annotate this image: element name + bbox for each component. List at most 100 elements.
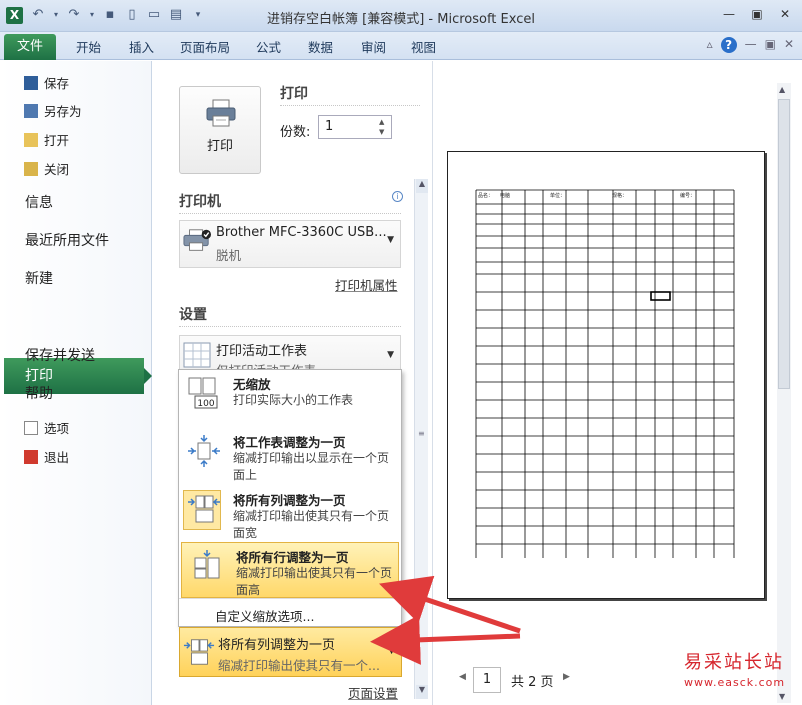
nav-save[interactable]: 保存 [24,73,69,92]
menu-item-title: 将所有行调整为一页 [236,550,349,565]
scroll-down-icon[interactable]: ▼ [779,692,785,701]
maximize-icon[interactable]: ▣ [746,4,768,24]
menu-item-desc: 缩减打印输出以显示在一个页面上 [233,451,390,482]
help-icon[interactable]: ? [720,37,737,53]
page-number-input[interactable]: 1 [473,667,501,693]
divider [280,105,420,106]
fit-columns-icon [183,639,215,665]
menu-item-title: 将所有列调整为一页 [233,493,346,508]
divider [179,326,401,327]
minimize-icon[interactable]: — [718,4,740,24]
preview-header-name-label: 品名： [478,192,493,199]
print-button[interactable]: 打印 [179,86,261,174]
tab-insert[interactable]: 插入 [129,37,154,56]
scroll-thumb[interactable] [778,99,790,389]
info-icon[interactable]: i [392,191,403,202]
printer-dropdown[interactable]: Brother MFC-3360C USB... 脱机 ▼ [179,220,401,268]
printer-properties-link[interactable]: 打印机属性 [335,275,398,294]
tab-data[interactable]: 数据 [308,37,333,56]
scroll-up-icon[interactable]: ▲ [779,85,785,94]
window-controls: — ▣ ✕ [718,4,796,24]
ribbon-right-controls: ▵ ? — ▣ ✕ [707,37,794,53]
menu-item-no-scaling[interactable]: 100 无缩放 打印实际大小的工作表 [179,370,401,420]
save-icon [24,76,38,90]
nav-help[interactable]: 帮助 [25,383,53,403]
preview-scrollbar[interactable]: ▲ ▼ [777,83,791,703]
nav-new[interactable]: 新建 [25,268,53,288]
nav-recent[interactable]: 最近所用文件 [25,230,109,250]
menu-item-fit-sheet[interactable]: 将工作表调整为一页 缩减打印输出以显示在一个页面上 [179,428,401,486]
preview-header-spec: 规格： [612,192,627,199]
printer-status: 脱机 [216,248,242,263]
scaling-menu: 100 无缩放 打印实际大小的工作表 将工作表调整为一页 缩减打印输出以显示在一… [178,369,402,627]
print-heading: 打印 [280,86,308,102]
next-page-icon[interactable]: ▶ [563,672,570,682]
fit-rows-icon [194,550,220,579]
preview-header-code: 编号： [680,192,695,199]
scroll-down-icon[interactable]: ▼ [416,685,428,699]
sheet-icon [183,342,211,368]
chevron-down-icon: ▼ [387,235,394,245]
folder-close-icon [24,162,38,176]
tab-review[interactable]: 审阅 [361,37,386,56]
scroll-grip-icon[interactable]: ≡ [418,429,426,438]
print-button-label: 打印 [206,139,233,154]
nav-save-as[interactable]: 另存为 [24,101,82,120]
preview-table: 品名： 电脑 单位： 规格： 编号： [475,189,735,558]
scroll-up-icon[interactable]: ▲ [416,179,428,193]
copies-spinner[interactable]: ▲ ▼ [379,117,389,137]
no-scaling-icon: 100 [188,377,218,409]
fit-sheet-icon [188,435,220,467]
printer-name: Brother MFC-3360C USB... [216,225,387,240]
printer-icon [206,99,236,127]
backstage-nav: 保存 另存为 打开 关闭 信息 最近所用文件 新建 打印 保存并发送 帮助 选项… [0,61,152,705]
settings-scrollbar[interactable]: ▲ ≡ ▼ [414,179,428,699]
nav-info[interactable]: 信息 [25,192,53,212]
printer-icon [183,229,211,251]
menu-item-desc: 打印实际大小的工作表 [233,393,354,407]
scaling-dropdown[interactable]: 将所有列调整为一页 缩减打印输出使其只有一个... ▼ [179,627,402,677]
tab-file[interactable]: 文件 [4,34,56,60]
page-setup-link[interactable]: 页面设置 [348,683,398,702]
nav-open[interactable]: 打开 [24,130,69,149]
close-icon[interactable]: ✕ [774,4,796,24]
tab-view[interactable]: 视图 [411,37,436,56]
watermark-url: www.easck.com [684,676,786,689]
nav-save-and-send[interactable]: 保存并发送 [25,345,95,365]
copies-input[interactable]: 1 ▲ ▼ [318,115,392,139]
tab-page-layout[interactable]: 页面布局 [180,37,230,56]
nav-exit[interactable]: 退出 [24,447,69,466]
print-what-label: 打印活动工作表 [216,344,308,359]
divider [179,213,401,214]
window-title: 进销存空白帐簿 [兼容模式] - Microsoft Excel [267,12,535,27]
watermark-name: 易采站长站 [684,652,784,673]
minimize-ribbon-icon[interactable]: ▵ [707,37,713,53]
menu-item-fit-rows[interactable]: 将所有行调整为一页 缩减打印输出使其只有一个页面高 [181,542,399,598]
nav-close[interactable]: 关闭 [24,159,69,178]
menu-item-fit-columns[interactable]: 将所有列调整为一页 缩减打印输出使其只有一个页面宽 [179,486,401,544]
print-preview-area: 品名： 电脑 单位： 规格： 编号： ▲ ▼ ◀ 1 共 2 页 ▶ [432,61,802,705]
chevron-down-icon: ▼ [388,646,395,656]
printer-heading: 打印机 [179,194,221,210]
preview-page[interactable]: 品名： 电脑 单位： 规格： 编号： [447,151,765,599]
preview-header-name-value: 电脑 [500,192,510,199]
tab-formulas[interactable]: 公式 [256,37,281,56]
doc-restore-icon[interactable]: ▣ [765,37,776,53]
doc-close-icon[interactable]: ✕ [784,37,794,53]
preview-header-unit: 单位： [550,192,565,199]
scaling-dropdown-desc: 缩减打印输出使其只有一个... [218,658,380,673]
menu-item-custom-scaling[interactable]: 自定义缩放选项... [179,598,401,626]
nav-options[interactable]: 选项 [24,418,69,437]
folder-open-icon [24,133,38,147]
prev-page-icon[interactable]: ◀ [459,672,466,682]
copies-label: 份数: [280,125,311,140]
menu-item-title: 将工作表调整为一页 [233,435,346,450]
tab-home[interactable]: 开始 [76,37,101,56]
total-pages: 共 2 页 [511,675,554,690]
scaling-dropdown-title: 将所有列调整为一页 [218,638,336,653]
site-watermark: 易采站长站 www.easck.com [684,648,802,689]
menu-item-title: 无缩放 [233,377,271,392]
doc-minimize-icon[interactable]: — [745,37,757,53]
title-bar: X ↶ ▾ ↷ ▾ ▪ ▯ ▭ ▤ ▾ 进销存空白帐簿 [兼容模式] - Mic… [0,0,802,32]
options-icon [24,421,38,435]
